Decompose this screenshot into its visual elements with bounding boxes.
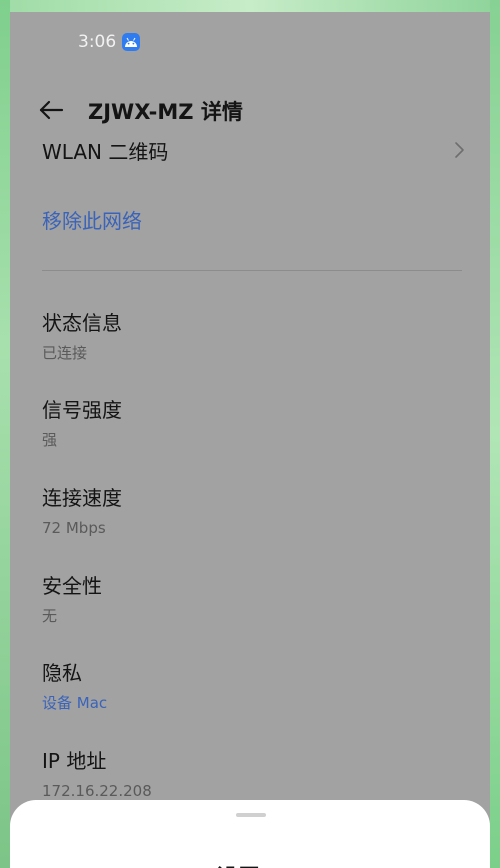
- sheet-title: 设置: [216, 860, 260, 868]
- wallpaper-left: [0, 0, 10, 868]
- detail-row-security: 安全性 无: [42, 573, 462, 625]
- detail-title: IP 地址: [42, 749, 107, 773]
- detail-value: 72 Mbps: [42, 519, 106, 537]
- detail-value: 已连接: [42, 344, 88, 362]
- detail-value: 无: [42, 607, 58, 625]
- detail-title: 状态信息: [42, 311, 122, 335]
- detail-row-ip-address: IP 地址 172.16.22.208: [42, 748, 462, 800]
- detail-row-signal-strength: 信号强度 强: [42, 397, 462, 449]
- detail-title: 信号强度: [42, 398, 122, 422]
- back-button[interactable]: [36, 94, 68, 126]
- detail-value: 设备 Mac: [42, 694, 108, 712]
- app-bar: ZJWX-MZ 详情: [10, 90, 490, 130]
- detail-title: 连接速度: [42, 486, 122, 510]
- wallpaper-right: [490, 0, 500, 868]
- bottom-sheet[interactable]: 设置: [10, 800, 490, 868]
- wlan-qr-code-label: WLAN 二维码: [42, 140, 169, 164]
- divider: [42, 270, 462, 271]
- remove-network-button[interactable]: 移除此网络: [42, 205, 142, 234]
- chevron-right-icon: [455, 142, 464, 158]
- detail-row-link-speed: 连接速度 72 Mbps: [42, 485, 462, 537]
- detail-value: 强: [42, 431, 58, 449]
- page-title: ZJWX-MZ 详情: [88, 100, 243, 124]
- detail-row-status: 状态信息 已连接: [42, 310, 462, 362]
- wifi-details-screen: 3:06 ZJWX-MZ 详情 WLAN 二维码 移除此网络 状态信息 已连接 …: [10, 12, 490, 868]
- detail-row-privacy[interactable]: 隐私 设备 Mac: [42, 660, 462, 712]
- back-arrow-icon: [39, 100, 64, 120]
- sheet-drag-handle[interactable]: [236, 813, 266, 817]
- detail-value: 172.16.22.208: [42, 782, 152, 800]
- detail-title: 安全性: [42, 574, 102, 598]
- android-icon: [122, 33, 140, 51]
- wlan-qr-code-row[interactable]: WLAN 二维码: [42, 136, 466, 166]
- status-time: 3:06: [78, 32, 117, 52]
- wallpaper-top: [0, 0, 500, 12]
- status-bar: 3:06: [10, 12, 490, 72]
- detail-title: 隐私: [42, 661, 82, 685]
